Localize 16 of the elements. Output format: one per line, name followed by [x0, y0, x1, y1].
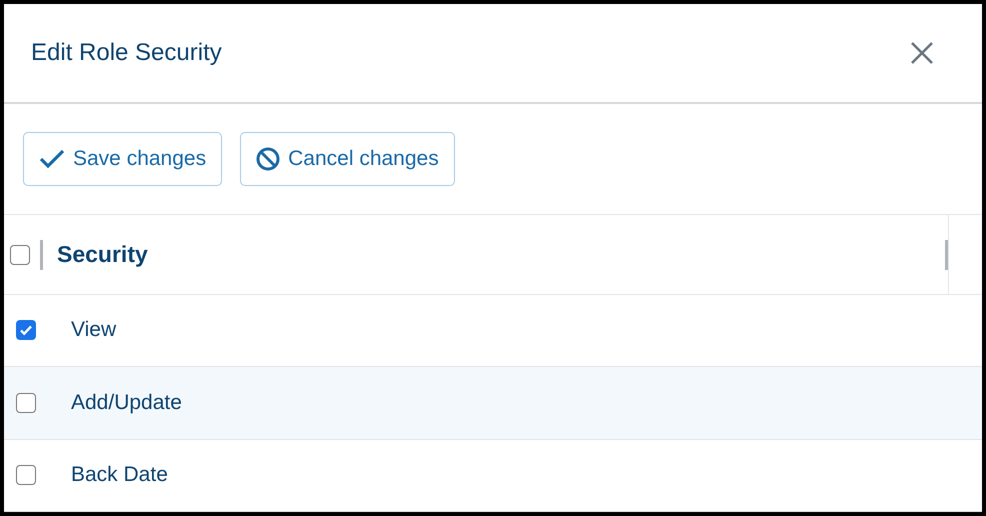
row-label: Back Date — [71, 463, 168, 488]
row-label: Add/Update — [71, 390, 182, 415]
checkbox[interactable] — [16, 465, 36, 486]
prohibited-icon — [256, 147, 280, 172]
row-label: View — [71, 318, 116, 342]
checkbox[interactable] — [16, 320, 36, 340]
table-row[interactable]: Add/Update — [4, 367, 982, 440]
checkbox[interactable] — [10, 244, 30, 265]
save-button[interactable]: Save changes — [23, 132, 222, 186]
dialog-title: Edit Role Security — [31, 39, 222, 68]
checkmark-icon — [39, 148, 65, 170]
column-header: Security — [57, 241, 148, 268]
checkbox[interactable] — [16, 392, 36, 413]
table-row[interactable]: Back Date — [4, 440, 982, 512]
cancel-button[interactable]: Cancel changes — [240, 132, 455, 186]
table-row[interactable]: View — [4, 294, 982, 368]
